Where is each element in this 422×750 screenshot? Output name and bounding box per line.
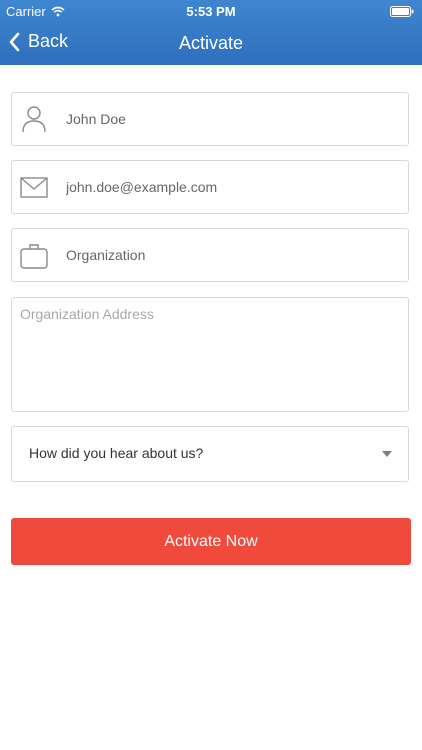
organization-field[interactable] [11, 228, 409, 282]
status-time: 5:53 PM [186, 4, 236, 19]
activate-now-button[interactable]: Activate Now [11, 518, 411, 565]
address-textarea[interactable] [20, 306, 400, 403]
organization-input[interactable] [66, 247, 398, 263]
email-field[interactable] [11, 160, 409, 214]
page-title: Activate [178, 33, 244, 53]
battery-icon [390, 6, 414, 17]
briefcase-icon [20, 244, 48, 269]
status-bar: Carrier 5:53 PM [0, 0, 422, 22]
name-input[interactable] [66, 111, 398, 127]
referral-select[interactable]: How did you hear about us? [11, 426, 409, 482]
envelope-icon [20, 177, 48, 198]
email-input[interactable] [66, 179, 398, 195]
name-field[interactable] [11, 92, 409, 146]
caret-down-icon [382, 451, 392, 457]
nav-bar: Back Activate [0, 22, 422, 65]
referral-select-value: How did you hear about us? [29, 445, 204, 461]
header: Carrier 5:53 PM Back Activate [0, 0, 422, 65]
user-icon [22, 106, 46, 133]
address-field[interactable] [11, 297, 409, 412]
